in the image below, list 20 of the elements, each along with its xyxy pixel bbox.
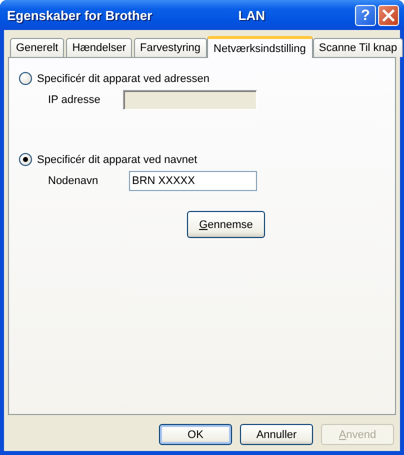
field-label: Nodenavn — [48, 175, 100, 187]
tab[interactable]: Netværksindstilling — [206, 36, 313, 58]
radio-button[interactable] — [19, 72, 32, 85]
radio-label: Specificér dit apparat ved navnet — [37, 154, 198, 166]
tab[interactable]: Generelt — [10, 38, 64, 57]
tab[interactable]: Scanne Til knap — [312, 38, 404, 57]
window-subtitle: LAN — [238, 8, 265, 22]
dialog-button[interactable]: OK — [159, 424, 232, 445]
dialog-button[interactable]: Annuller — [240, 424, 313, 445]
help-button[interactable]: ? — [355, 4, 376, 26]
radio-label: Specificér dit apparat ved adressen — [37, 72, 210, 84]
tab[interactable]: Farvestyring — [134, 38, 207, 57]
tab[interactable]: Hændelser — [66, 38, 132, 57]
close-icon — [382, 8, 395, 22]
text-field[interactable]: BRN XXXXX — [129, 171, 257, 191]
close-button[interactable] — [378, 4, 399, 26]
field-label: IP adresse — [48, 94, 102, 106]
browse-button[interactable]: Gennemse — [187, 211, 265, 238]
radio-button[interactable] — [19, 153, 32, 166]
window-title: Egenskaber for Brother — [7, 8, 152, 22]
